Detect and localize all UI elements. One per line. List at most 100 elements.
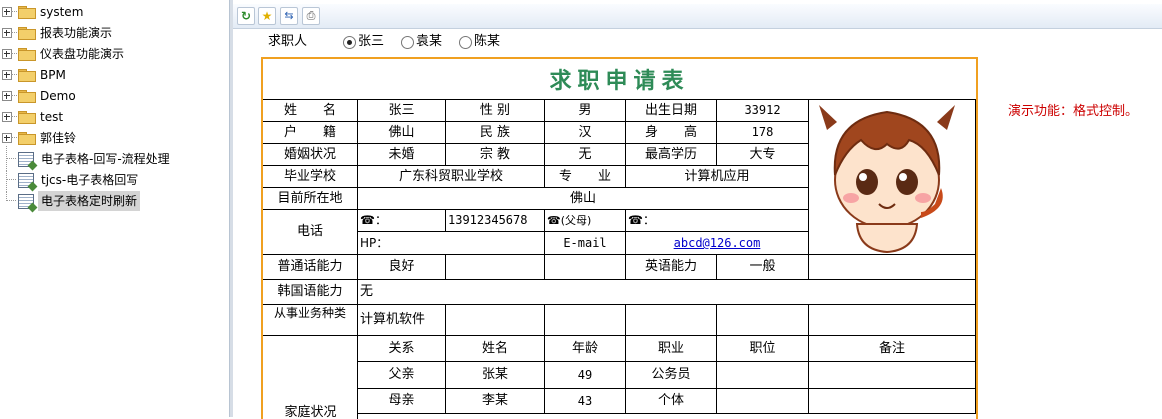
phone-label: 电话 <box>263 210 358 255</box>
gender-label: 性 别 <box>446 100 545 122</box>
other-phone-prefix: ☎： <box>626 210 809 232</box>
hp-label: HP： <box>358 232 545 255</box>
refresh-icon[interactable]: ↻ <box>237 7 255 25</box>
expand-icon[interactable] <box>2 70 12 80</box>
print-icon[interactable]: ⎙ <box>302 7 320 25</box>
family-row-relation[interactable]: 母亲 <box>358 389 446 414</box>
folder-icon <box>18 6 36 19</box>
tree-folder-label: test <box>40 110 64 124</box>
location-value[interactable]: 佛山 <box>358 188 809 210</box>
folder-icon <box>18 69 36 82</box>
english-value[interactable]: 一般 <box>717 255 809 280</box>
empty-cell <box>717 305 809 336</box>
expand-icon[interactable] <box>2 7 12 17</box>
korean-value[interactable]: 无 <box>358 280 976 305</box>
tree-leaf-label: 电子表格-回写-流程处理 <box>41 152 170 166</box>
hukou-label: 户 籍 <box>263 122 358 144</box>
expand-icon[interactable] <box>2 28 12 38</box>
family-header-position: 职位 <box>717 336 809 362</box>
family-row-occupation[interactable]: 公务员 <box>626 362 717 389</box>
family-header-remark: 备注 <box>809 336 976 362</box>
family-row-remark[interactable] <box>809 389 976 414</box>
tree-folder-label: BPM <box>40 68 66 82</box>
toolbar: ↻ ★ ⇆ ⎙ <box>233 4 1162 29</box>
height-label: 身 高 <box>626 122 717 144</box>
education-label: 最高学历 <box>626 144 717 166</box>
folder-icon <box>18 132 36 145</box>
empty-cell <box>446 255 545 280</box>
expand-icon[interactable] <box>2 112 12 122</box>
radio-yuanmou-label[interactable]: 袁某 <box>416 33 442 51</box>
tree-folder-label: Demo <box>40 89 76 103</box>
star-icon[interactable]: ★ <box>258 7 276 25</box>
ethnic-label: 民 族 <box>446 122 545 144</box>
tel-value[interactable]: 13912345678 <box>446 210 545 232</box>
demo-note: 演示功能：格式控制。 <box>1008 104 1139 119</box>
avatar <box>819 105 955 254</box>
korean-label: 韩国语能力 <box>263 280 358 305</box>
job-type-value[interactable]: 计算机软件 <box>358 305 446 336</box>
radio-chenmou[interactable] <box>459 36 472 49</box>
empty-cell <box>446 305 545 336</box>
ethnic-value[interactable]: 汉 <box>545 122 626 144</box>
birth-value[interactable]: 33912 <box>717 100 809 122</box>
family-row-age[interactable]: 43 <box>545 389 626 414</box>
spreadsheet-icon <box>18 173 34 188</box>
mandarin-value[interactable]: 良好 <box>358 255 446 280</box>
export-icon[interactable]: ⇆ <box>280 7 298 25</box>
tel-prefix: ☎： <box>358 210 446 232</box>
family-header-name: 姓名 <box>446 336 545 362</box>
collapse-icon[interactable] <box>2 133 12 143</box>
school-value[interactable]: 广东科贸职业学校 <box>358 166 545 188</box>
height-value[interactable]: 178 <box>717 122 809 144</box>
education-value[interactable]: 大专 <box>717 144 809 166</box>
mandarin-label: 普通话能力 <box>263 255 358 280</box>
family-row-occupation[interactable]: 个体 <box>626 389 717 414</box>
folder-icon <box>18 111 36 124</box>
email-link[interactable]: abcd@126.com <box>674 236 761 250</box>
radio-zhangsan[interactable] <box>343 36 356 49</box>
religion-value[interactable]: 无 <box>545 144 626 166</box>
navigation-tree: system 报表功能演示 仪表盘功能演示 BPM Demo test 郭佳铃 … <box>0 0 229 417</box>
family-row-relation[interactable]: 父亲 <box>358 362 446 389</box>
family-row-name[interactable]: 张某 <box>446 362 545 389</box>
empty-cell <box>809 255 976 280</box>
empty-cell <box>809 305 976 336</box>
tree-folder-label: 报表功能演示 <box>40 26 113 40</box>
name-value[interactable]: 张三 <box>358 100 446 122</box>
email-label: E-mail <box>545 232 626 255</box>
major-label: 专 业 <box>545 166 626 188</box>
folder-icon <box>18 90 36 103</box>
family-header-relation: 关系 <box>358 336 446 362</box>
empty-cell <box>545 305 626 336</box>
spreadsheet-icon <box>18 194 34 209</box>
hukou-value[interactable]: 佛山 <box>358 122 446 144</box>
major-value[interactable]: 计算机应用 <box>626 166 809 188</box>
family-row-position[interactable] <box>717 389 809 414</box>
folder-icon <box>18 27 36 40</box>
tree-folder-label: 仪表盘功能演示 <box>40 47 125 61</box>
marital-value[interactable]: 未婚 <box>358 144 446 166</box>
gender-value[interactable]: 男 <box>545 100 626 122</box>
family-row-position[interactable] <box>717 362 809 389</box>
radio-yuanmou[interactable] <box>401 36 414 49</box>
family-row-name[interactable]: 李某 <box>446 389 545 414</box>
name-label: 姓 名 <box>263 100 358 122</box>
radio-chenmou-label[interactable]: 陈某 <box>474 33 500 51</box>
email-value[interactable]: abcd@126.com <box>626 232 809 255</box>
applicant-label: 求职人 <box>268 34 308 49</box>
family-label: 家庭状况 <box>284 405 337 419</box>
family-header-occupation: 职业 <box>626 336 717 362</box>
marital-label: 婚姻状况 <box>263 144 358 166</box>
expand-icon[interactable] <box>2 91 12 101</box>
radio-zhangsan-label[interactable]: 张三 <box>358 33 384 51</box>
splitter[interactable] <box>229 0 233 417</box>
family-row-age[interactable]: 49 <box>545 362 626 389</box>
expand-icon[interactable] <box>2 49 12 59</box>
empty-cell <box>545 255 626 280</box>
tree-folder-label: system <box>40 5 84 19</box>
birth-label: 出生日期 <box>626 100 717 122</box>
school-label: 毕业学校 <box>263 166 358 188</box>
family-row-remark[interactable] <box>809 362 976 389</box>
religion-label: 宗 教 <box>446 144 545 166</box>
